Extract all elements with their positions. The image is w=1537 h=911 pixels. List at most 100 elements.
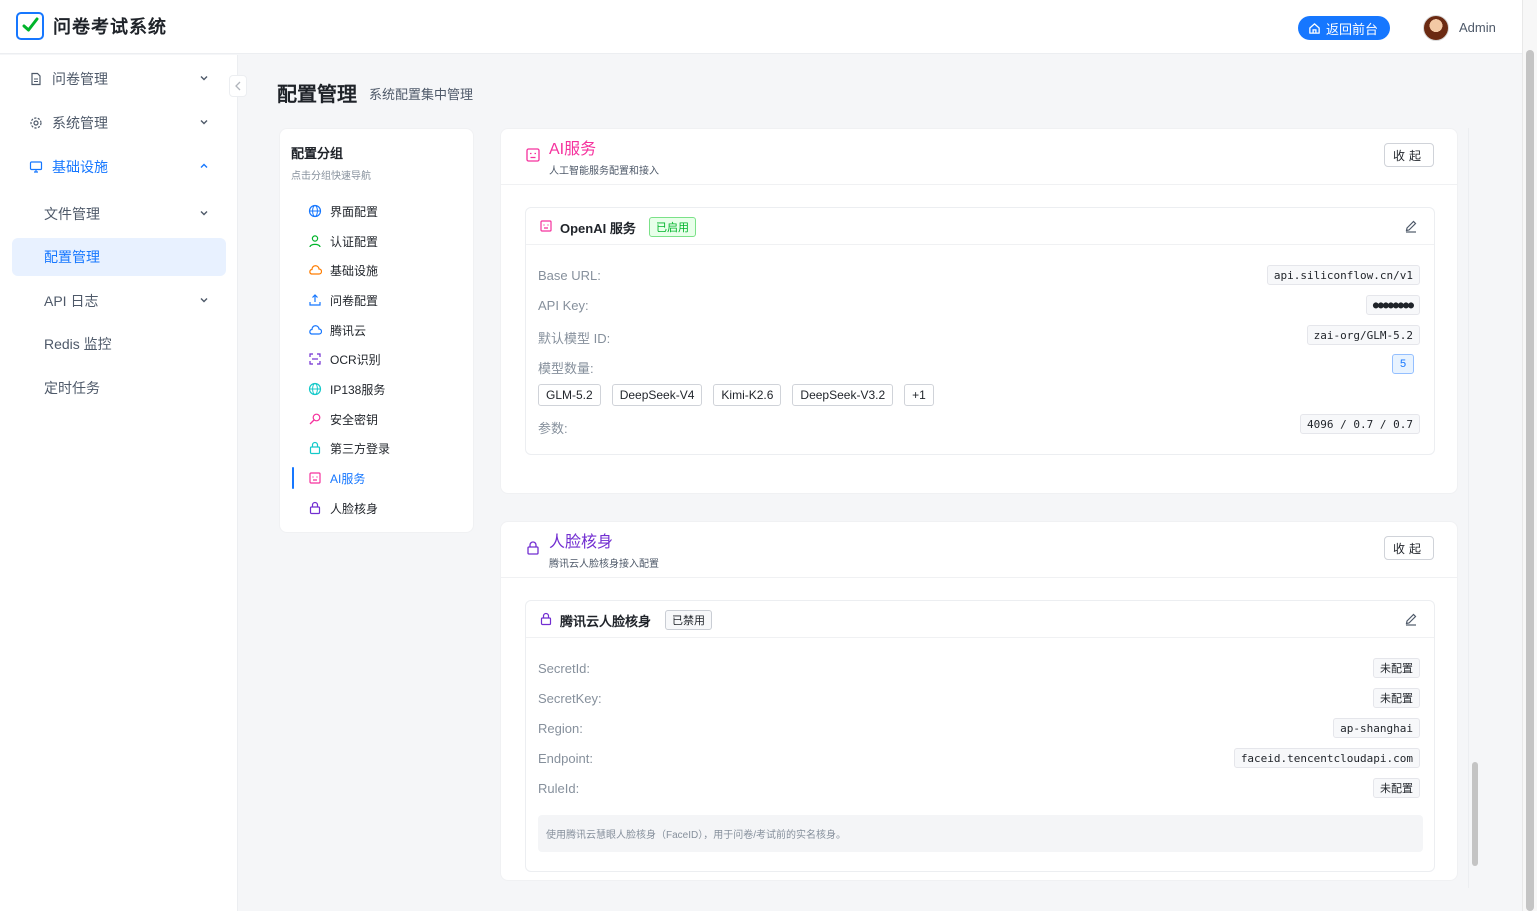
- sidebar-item-system[interactable]: 系统管理: [12, 104, 226, 142]
- region-value: ap-shanghai: [1333, 718, 1420, 738]
- sidebar-collapse-handle[interactable]: [229, 75, 247, 97]
- face-section-header: 人脸核身 腾讯云人脸核身接入配置 收起: [501, 522, 1457, 578]
- sidebar-item-label: 系统管理: [52, 115, 108, 131]
- params-value: 4096 / 0.7 / 0.7: [1300, 414, 1420, 434]
- chevron-down-icon: [200, 298, 208, 303]
- page-subtitle: 系统配置集中管理: [369, 87, 474, 102]
- group-item-ai[interactable]: AI服务: [292, 467, 462, 489]
- robot-icon: [308, 471, 322, 485]
- brand[interactable]: 问卷考试系统: [16, 12, 167, 40]
- group-item-ocr[interactable]: OCR识别: [292, 348, 462, 370]
- sidebar-item-label: 问卷管理: [52, 71, 108, 87]
- group-item-label: 第三方登录: [330, 441, 391, 456]
- avatar[interactable]: [1423, 15, 1449, 41]
- chevron-up-icon: [200, 163, 208, 168]
- endpoint-value: faceid.tencentcloudapi.com: [1233, 748, 1420, 768]
- api-key-value: ●●●●●●●●: [1365, 295, 1420, 315]
- group-item-tencent-cloud[interactable]: 腾讯云: [292, 319, 462, 341]
- secret-id-value: 未配置: [1373, 658, 1420, 678]
- status-badge: 已启用: [649, 217, 696, 237]
- sidebar-item-survey[interactable]: 问卷管理: [12, 60, 226, 98]
- group-item-auth[interactable]: 认证配置: [292, 230, 462, 252]
- ai-section-title: AI服务: [549, 141, 597, 158]
- key-icon: [308, 412, 322, 426]
- ai-service-section: AI服务 人工智能服务配置和接入 收起 OpenAI 服务 已启用 Base U…: [500, 128, 1458, 494]
- sidebar-item-label: 基础设施: [52, 159, 108, 175]
- page-scrollbar-thumb[interactable]: [1526, 50, 1534, 911]
- field-label: Endpoint:: [538, 751, 593, 766]
- group-item-label: 基础设施: [330, 263, 379, 278]
- globe-icon: [308, 382, 322, 396]
- face-verify-note: 使用腾讯云慧眼人脸核身（FaceID），用于问卷/考试前的实名核身。: [538, 815, 1423, 852]
- group-item-label: 腾讯云: [330, 323, 367, 338]
- openai-card-header: OpenAI 服务 已启用: [526, 208, 1434, 245]
- lock-icon: [527, 541, 539, 555]
- group-item-survey[interactable]: 问卷配置: [292, 289, 462, 311]
- group-item-label: 安全密钥: [330, 412, 379, 427]
- face-section-subtitle: 腾讯云人脸核身接入配置: [549, 559, 659, 570]
- sidebar-item-label: 配置管理: [44, 249, 100, 265]
- group-item-label: 认证配置: [330, 234, 379, 249]
- base-url-value: api.siliconflow.cn/v1: [1266, 265, 1420, 285]
- model-chip: DeepSeek-V4: [611, 384, 703, 406]
- sidebar-item-redis[interactable]: Redis 监控: [12, 325, 226, 363]
- robot-icon: [526, 148, 540, 162]
- face-card-title: 腾讯云人脸核身: [560, 614, 652, 629]
- face-collapse-button[interactable]: 收起: [1383, 536, 1434, 560]
- content-scrollbar-thumb[interactable]: [1472, 762, 1478, 866]
- status-badge: 已禁用: [665, 610, 712, 630]
- document-icon: [28, 71, 44, 87]
- group-item-ip138[interactable]: IP138服务: [292, 378, 462, 400]
- sidebar-item-cron[interactable]: 定时任务: [12, 369, 226, 407]
- sidebar-item-files[interactable]: 文件管理: [12, 195, 226, 233]
- default-model-value: zai-org/GLM-5.2: [1306, 325, 1420, 345]
- openai-service-card: OpenAI 服务 已启用 Base URL: api.siliconflow.…: [525, 207, 1435, 455]
- model-count-badge: 5: [1392, 354, 1414, 374]
- cloud-icon: [308, 323, 322, 337]
- gear-icon: [28, 115, 44, 131]
- group-item-ui[interactable]: 界面配置: [292, 200, 462, 222]
- field-label: SecretKey:: [538, 691, 602, 706]
- user-name[interactable]: Admin: [1459, 20, 1496, 35]
- scan-icon: [308, 352, 322, 366]
- edit-icon[interactable]: [1404, 612, 1418, 626]
- field-label: SecretId:: [538, 661, 591, 676]
- return-frontend-label: 返回前台: [1326, 21, 1379, 37]
- home-icon: [1309, 22, 1320, 34]
- group-item-label: OCR识别: [330, 352, 381, 367]
- field-label: RuleId:: [538, 781, 580, 796]
- face-verify-section: 人脸核身 腾讯云人脸核身接入配置 收起 腾讯云人脸核身 已禁用 SecretId…: [500, 521, 1458, 881]
- ai-section-subtitle: 人工智能服务配置和接入: [549, 166, 659, 177]
- chevron-down-icon: [200, 211, 208, 216]
- group-item-infrastructure[interactable]: 基础设施: [292, 259, 462, 281]
- cloud-icon: [308, 263, 322, 277]
- sidebar-item-infrastructure[interactable]: 基础设施: [12, 148, 226, 186]
- field-label: Base URL:: [538, 268, 601, 283]
- rule-id-value: 未配置: [1373, 778, 1420, 798]
- page-title: 配置管理: [277, 84, 357, 106]
- lock-icon: [308, 441, 322, 455]
- edit-icon[interactable]: [1404, 219, 1418, 233]
- face-section-title: 人脸核身: [549, 534, 614, 551]
- chevron-left-icon: [235, 81, 241, 91]
- return-frontend-button[interactable]: 返回前台: [1298, 16, 1391, 40]
- top-header: 问卷考试系统 返回前台 Admin: [0, 0, 1522, 54]
- ai-section-header: AI服务 人工智能服务配置和接入 收起: [501, 129, 1457, 185]
- more-models-chip[interactable]: +1: [904, 384, 934, 406]
- sidebar-item-label: API 日志: [44, 293, 99, 309]
- sidebar-item-label: 文件管理: [44, 206, 100, 222]
- lock-icon: [308, 501, 322, 515]
- group-item-security-key[interactable]: 安全密钥: [292, 408, 462, 430]
- config-group-nav: 配置分组 点击分组快速导航 界面配置 认证配置 基础设施 问卷配置 腾讯云 OC…: [279, 128, 474, 533]
- group-item-label: AI服务: [330, 471, 366, 486]
- ai-collapse-button[interactable]: 收起: [1383, 143, 1434, 167]
- sidebar-item-api-log[interactable]: API 日志: [12, 282, 226, 320]
- sidebar-item-config[interactable]: 配置管理: [12, 238, 226, 276]
- group-item-third-party-login[interactable]: 第三方登录: [292, 437, 462, 459]
- logo-check-icon: [16, 12, 44, 40]
- model-chip-list: GLM-5.2 DeepSeek-V4 Kimi-K2.6 DeepSeek-V…: [538, 384, 934, 406]
- page-scrollbar[interactable]: [1522, 0, 1537, 911]
- app-title: 问卷考试系统: [53, 17, 167, 37]
- sidebar-item-label: Redis 监控: [44, 336, 112, 352]
- group-item-face-verify[interactable]: 人脸核身: [292, 497, 462, 519]
